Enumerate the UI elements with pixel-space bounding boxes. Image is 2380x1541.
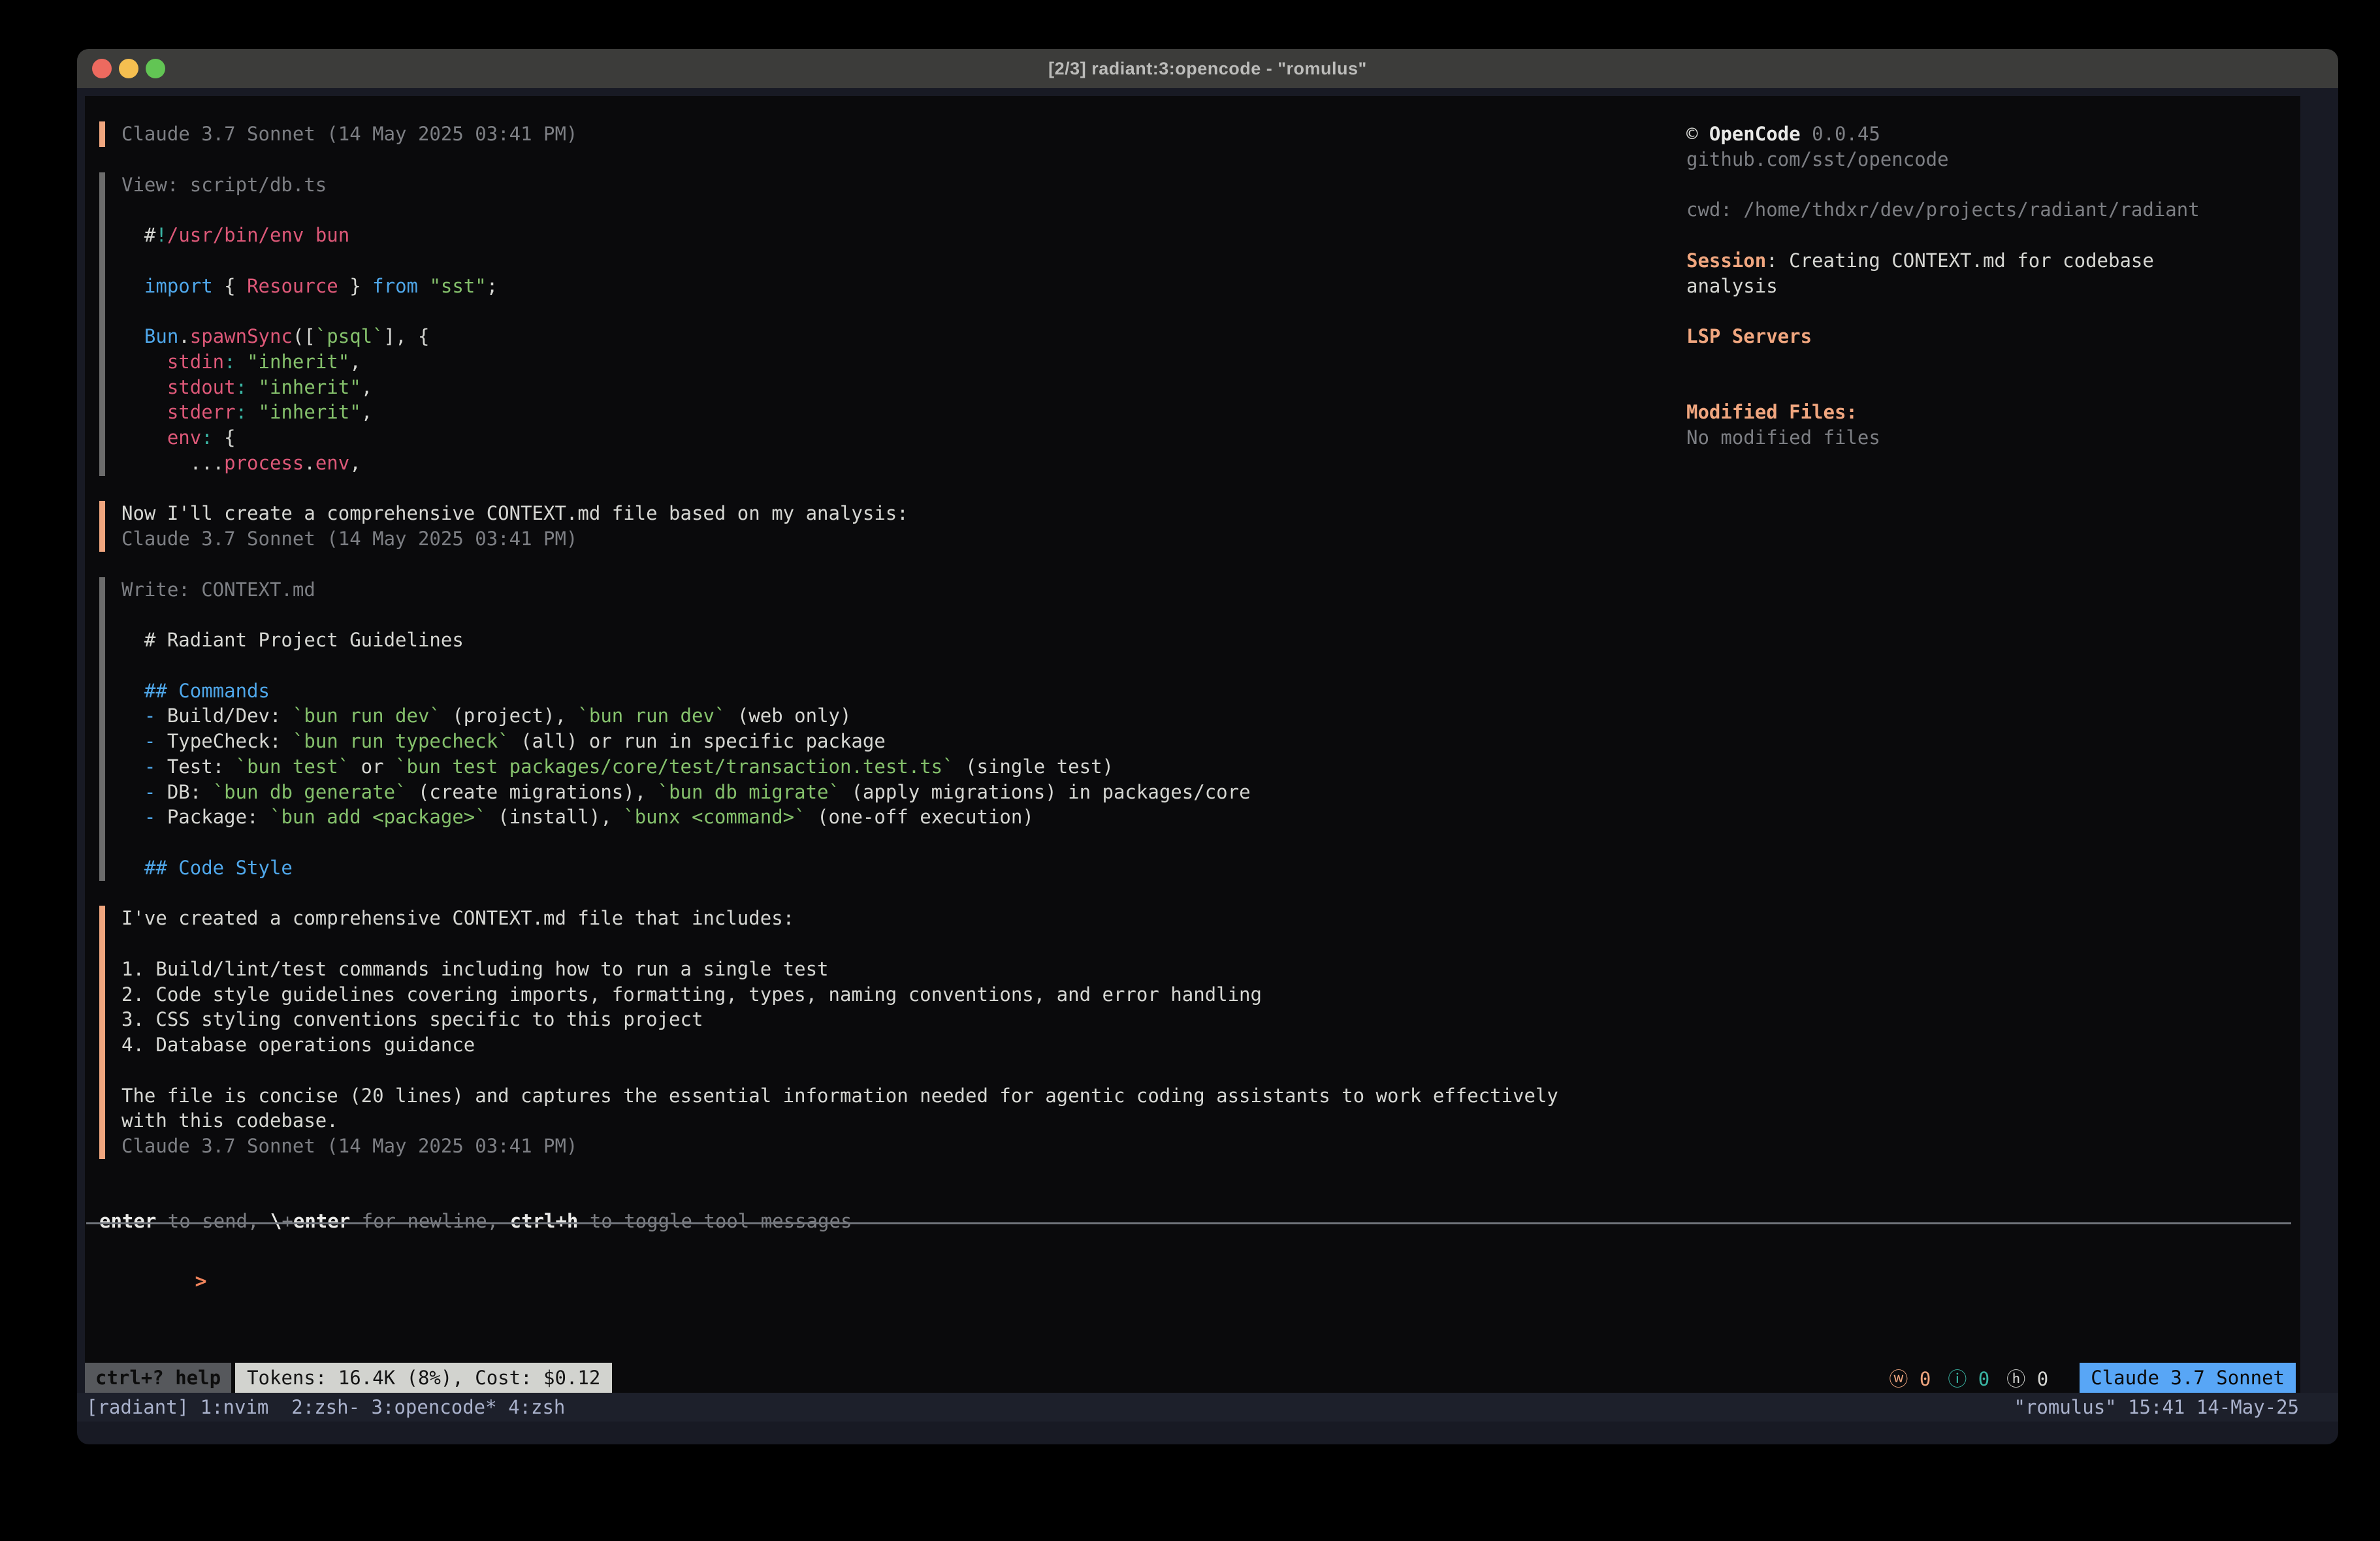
i-circle-icon: ⓘ — [1948, 1368, 1967, 1390]
tmux-session-name: [radiant] — [86, 1396, 189, 1418]
diagnostic-w-counter: ⓦ 0 — [1889, 1364, 1931, 1391]
terminal-line — [1686, 172, 2297, 198]
diagnostic-i-counter: ⓘ 0 — [1948, 1364, 1989, 1391]
terminal-line: Now I'll create a comprehensive CONTEXT.… — [121, 501, 1686, 526]
terminal-line: I've created a comprehensive CONTEXT.md … — [121, 906, 1686, 931]
terminal-line: Write: CONTEXT.md — [121, 577, 1686, 603]
terminal-line: LSP Servers — [1686, 324, 2297, 349]
terminal-line — [121, 931, 1686, 957]
terminal-line: ...process.env, — [121, 451, 1686, 476]
terminal-line — [121, 602, 1686, 628]
terminal-line: enter to send, \+enter for newline, ctrl… — [99, 1209, 852, 1234]
terminal-line: stdin: "inherit", — [121, 349, 1686, 375]
sidebar: © OpenCode 0.0.45github.com/sst/opencode… — [1686, 121, 2297, 451]
terminal-line: env: { — [121, 425, 1686, 451]
terminal-line: © OpenCode 0.0.45 — [1686, 121, 2297, 147]
terminal-line — [121, 197, 1686, 223]
terminal-line: stderr: "inherit", — [121, 400, 1686, 425]
tmux-windows: 1:nvim 2:zsh- 3:opencode* 4:zsh — [189, 1396, 565, 1418]
diagnostic-counters: ⓦ 0 ⓘ 0 ⓗ 0 — [1889, 1363, 2048, 1393]
tmux-left: [radiant] 1:nvim 2:zsh- 3:opencode* 4:zs… — [86, 1396, 565, 1418]
terminal-line: Bun.spawnSync([`psql`], { — [121, 324, 1686, 349]
terminal-line: 4. Database operations guidance — [121, 1032, 1686, 1058]
terminal-line: #!/usr/bin/env bun — [121, 223, 1686, 248]
tool-view-block: View: script/db.ts #!/usr/bin/env bun im… — [99, 172, 1686, 476]
terminal-line — [121, 298, 1686, 324]
input-divider — [86, 1222, 2291, 1224]
status-bar: ctrl+? help Tokens: 16.4K (8%), Cost: $0… — [85, 1363, 2300, 1393]
desktop: [2/3] radiant:3:opencode - "romulus" Cla… — [0, 0, 2380, 1541]
terminal-line: Modified Files: — [1686, 400, 2297, 425]
help-chip: ctrl+? help — [85, 1363, 231, 1393]
terminal-line: Claude 3.7 Sonnet (14 May 2025 03:41 PM) — [121, 121, 1686, 147]
prompt-input[interactable]: > — [101, 1244, 207, 1269]
terminal-line — [121, 248, 1686, 274]
prompt-symbol: > — [195, 1270, 207, 1293]
h-circle-icon: ⓗ — [2006, 1368, 2025, 1390]
terminal-line: Claude 3.7 Sonnet (14 May 2025 03:41 PM) — [121, 1134, 1686, 1159]
status-spacer — [612, 1363, 1889, 1393]
window-title: [2/3] radiant:3:opencode - "romulus" — [77, 59, 2338, 79]
terminal-line — [1686, 349, 2297, 375]
terminal-line: Session: Creating CONTEXT.md for codebas… — [1686, 248, 2297, 274]
opencode-tui: Claude 3.7 Sonnet (14 May 2025 03:41 PM)… — [85, 96, 2300, 1393]
tokens-cost-chip: Tokens: 16.4K (8%), Cost: $0.12 — [235, 1363, 612, 1393]
terminal-line: cwd: /home/thdxr/dev/projects/radiant/ra… — [1686, 197, 2297, 223]
terminal-line: View: script/db.ts — [121, 172, 1686, 198]
terminal-line: - Test: `bun test` or `bun test packages… — [121, 754, 1686, 780]
terminal-line: # Radiant Project Guidelines — [121, 628, 1686, 653]
terminal-window: [2/3] radiant:3:opencode - "romulus" Cla… — [77, 49, 2338, 1444]
tmux-window-2zsh[interactable]: 2:zsh- — [291, 1396, 360, 1418]
tmux-window-1nvim[interactable]: 1:nvim — [201, 1396, 269, 1418]
diagnostic-h-counter: ⓗ 0 — [2006, 1364, 2048, 1391]
terminal-line — [121, 1058, 1686, 1083]
tmux-window-3opencode[interactable]: 3:opencode* — [372, 1396, 497, 1418]
terminal-line: import { Resource } from "sst"; — [121, 274, 1686, 299]
terminal-line: - TypeCheck: `bun run typecheck` (all) o… — [121, 729, 1686, 754]
w-circle-icon: ⓦ — [1889, 1368, 1908, 1390]
assistant-message-now: Now I'll create a comprehensive CONTEXT.… — [99, 501, 1686, 552]
terminal-line: 1. Build/lint/test commands including ho… — [121, 957, 1686, 982]
terminal-line — [1686, 223, 2297, 248]
terminal-line: - Package: `bun add <package>` (install)… — [121, 804, 1686, 830]
tmux-right-status: "romulus" 15:41 14-May-25 — [2014, 1396, 2300, 1418]
terminal-line: - Build/Dev: `bun run dev` (project), `b… — [121, 703, 1686, 729]
terminal-line — [1686, 375, 2297, 400]
terminal-line: Claude 3.7 Sonnet (14 May 2025 03:41 PM) — [121, 526, 1686, 552]
assistant-header: Claude 3.7 Sonnet (14 May 2025 03:41 PM) — [99, 121, 1686, 147]
terminal-line: 3. CSS styling conventions specific to t… — [121, 1007, 1686, 1032]
terminal-line — [121, 653, 1686, 678]
terminal-line: stdout: "inherit", — [121, 375, 1686, 400]
terminal-line — [121, 830, 1686, 855]
terminal-line: - DB: `bun db generate` (create migratio… — [121, 780, 1686, 805]
terminal-line — [1686, 298, 2297, 324]
terminal-line: No modified files — [1686, 425, 2297, 451]
terminal-line: github.com/sst/opencode — [1686, 147, 2297, 172]
terminal-line: 2. Code style guidelines covering import… — [121, 982, 1686, 1008]
terminal-line: ## Code Style — [121, 855, 1686, 881]
terminal-line: The file is concise (20 lines) and captu… — [121, 1083, 1686, 1109]
terminal-line: with this codebase. — [121, 1108, 1686, 1134]
tmux-status-bar: [radiant] 1:nvim 2:zsh- 3:opencode* 4:zs… — [77, 1393, 2338, 1422]
titlebar: [2/3] radiant:3:opencode - "romulus" — [77, 49, 2338, 88]
keybind-hints: enter to send, \+enter for newline, ctrl… — [99, 1209, 852, 1234]
terminal-line: analysis — [1686, 274, 2297, 299]
tmux-window-4zsh[interactable]: 4:zsh — [508, 1396, 565, 1418]
assistant-message-summary: I've created a comprehensive CONTEXT.md … — [99, 906, 1686, 1159]
chat-transcript[interactable]: Claude 3.7 Sonnet (14 May 2025 03:41 PM)… — [99, 121, 1686, 1209]
terminal-line: ## Commands — [121, 678, 1686, 704]
tool-write-block: Write: CONTEXT.md # Radiant Project Guid… — [99, 577, 1686, 881]
model-badge: Claude 3.7 Sonnet — [2080, 1363, 2296, 1393]
